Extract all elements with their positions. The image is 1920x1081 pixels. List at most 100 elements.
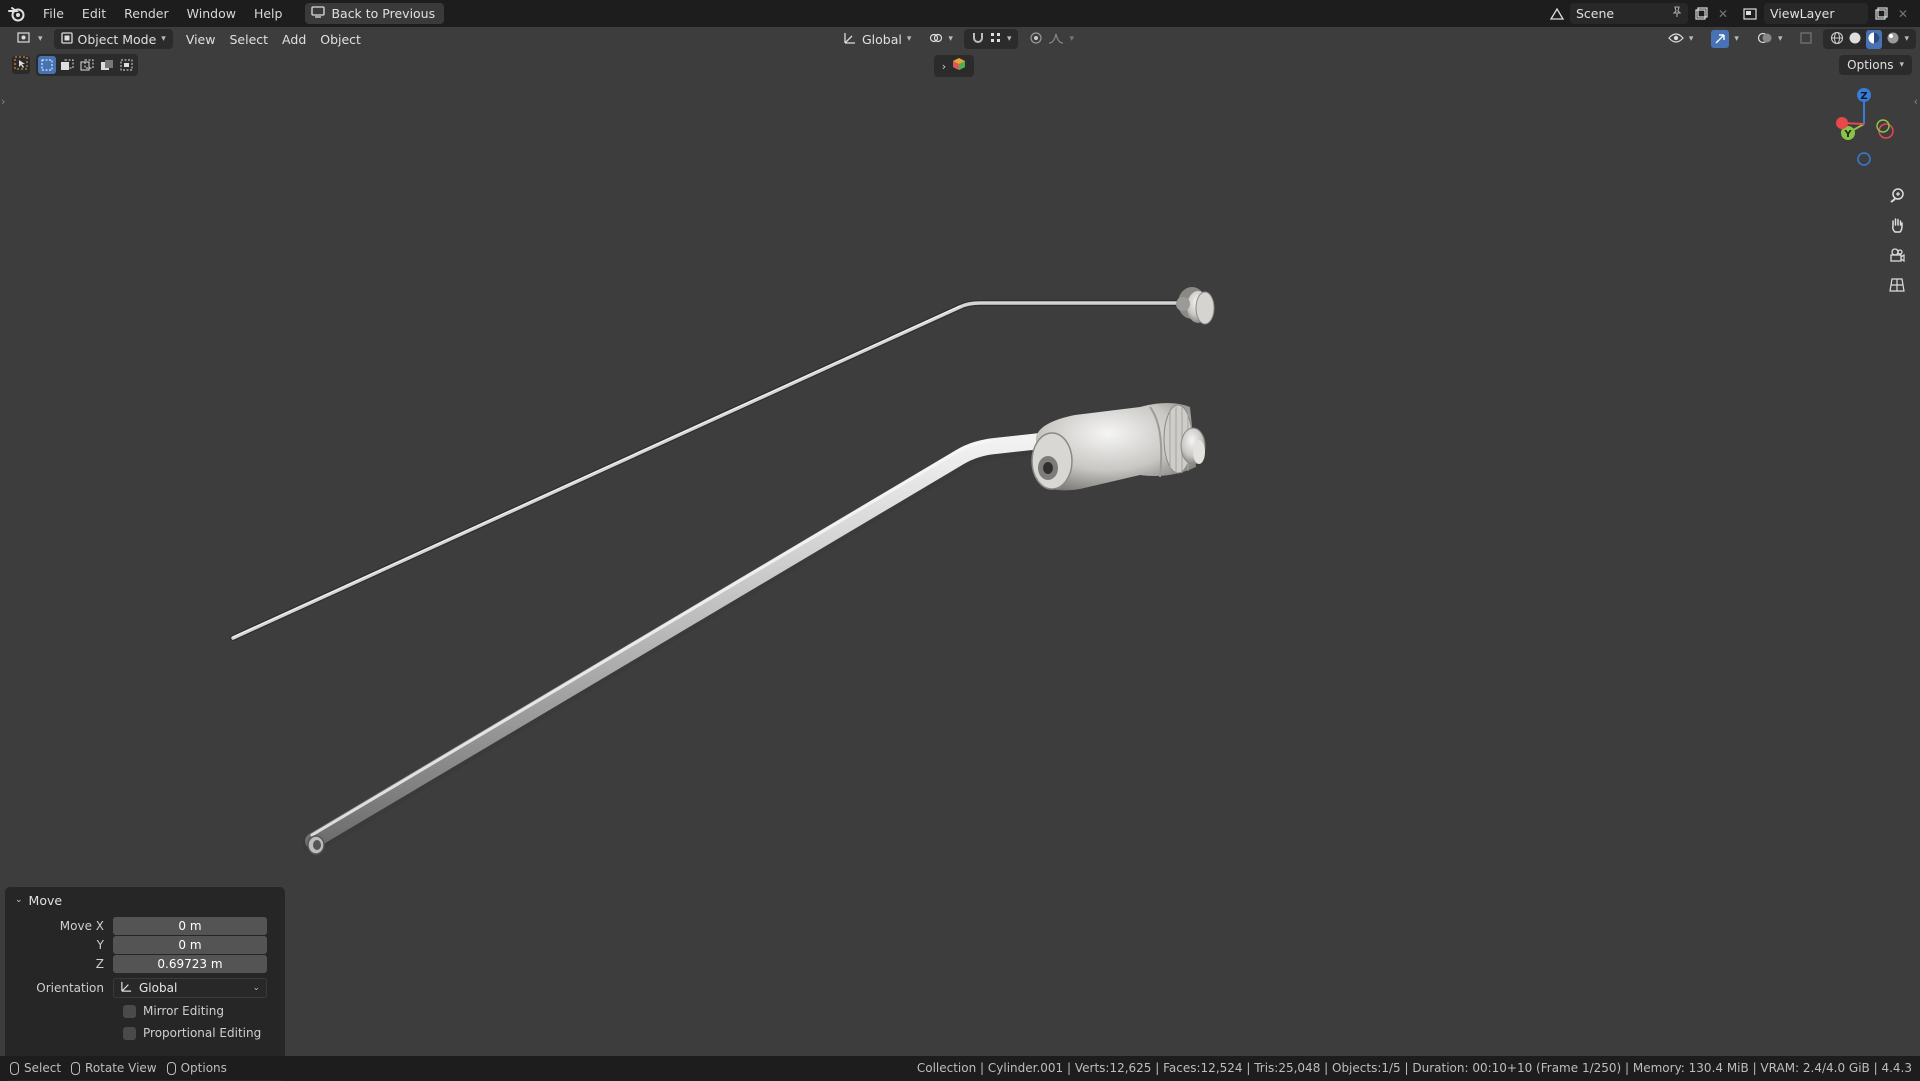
gizmo-toggle[interactable]: ▾: [1704, 29, 1746, 49]
menu-help[interactable]: Help: [245, 0, 292, 27]
operator-panel-header[interactable]: ⌄ Move: [5, 887, 285, 913]
visibility-dropdown[interactable]: ▾: [1661, 29, 1701, 49]
move-x-field[interactable]: 0 m: [113, 917, 267, 935]
pivot-icon: [929, 31, 943, 48]
blender-logo-icon[interactable]: [0, 0, 34, 27]
scene-field[interactable]: Scene: [1570, 3, 1688, 24]
view-layer-field[interactable]: ViewLayer: [1764, 3, 1868, 24]
viewport-header: ▾ Object Mode ▾ View Select Add Object G…: [0, 27, 1920, 51]
viewport-header-right: ▾ ▾ ▾ ▾: [1661, 29, 1916, 49]
select-intersect-mode[interactable]: [118, 56, 136, 74]
select-tool-button[interactable]: [12, 56, 30, 74]
screen-icon: [311, 6, 326, 21]
xray-toggle[interactable]: [1793, 29, 1819, 49]
new-scene-icon[interactable]: [1692, 5, 1710, 23]
checkbox-box[interactable]: [123, 1026, 136, 1040]
gizmo-x-axis: [1836, 117, 1848, 129]
chevron-down-icon: ▾: [948, 34, 953, 44]
delete-scene-icon[interactable]: ✕: [1714, 5, 1732, 23]
rendered-shading-icon[interactable]: [1886, 31, 1900, 48]
menu-view[interactable]: View: [179, 29, 223, 49]
xray-icon: [1800, 31, 1813, 47]
move-z-row: Z 0.69723 m: [5, 955, 285, 973]
pivot-point-dropdown[interactable]: ▾: [922, 29, 960, 49]
move-x-label: Move X: [59, 919, 104, 933]
select-invert-mode[interactable]: [98, 56, 116, 74]
object-mode-icon: [60, 31, 73, 47]
pan-hand-icon[interactable]: [1884, 212, 1910, 238]
select-new-mode[interactable]: [38, 56, 56, 74]
snap-toggle[interactable]: ▾: [963, 29, 1019, 49]
wireframe-shading-icon[interactable]: [1830, 31, 1844, 48]
cursor-icon: [14, 56, 28, 74]
menu-object[interactable]: Object: [313, 29, 368, 49]
proportional-icon: [1029, 31, 1043, 48]
perspective-grid-icon[interactable]: [1884, 272, 1910, 298]
zoom-icon[interactable]: [1884, 182, 1910, 208]
delete-view-layer-icon[interactable]: ✕: [1894, 5, 1912, 23]
gizmo-y-label: Y: [1843, 129, 1852, 140]
proportional-editing-toggle[interactable]: ▾: [1022, 29, 1081, 49]
orientation-dropdown[interactable]: Global ▾: [836, 29, 918, 49]
falloff-icon: [1048, 32, 1064, 47]
material-shading-icon[interactable]: [1866, 29, 1883, 49]
toolbar-expand-icon[interactable]: ›: [1, 95, 5, 108]
menu-add[interactable]: Add: [275, 29, 313, 49]
solid-shading-icon[interactable]: [1848, 31, 1862, 48]
chevron-down-icon: ▾: [1006, 34, 1012, 44]
view-layer-icon[interactable]: [1742, 5, 1760, 23]
scene-statistics: Collection | Cylinder.001 | Verts:12,625…: [916, 1061, 1912, 1075]
select-subtract-mode[interactable]: [78, 56, 96, 74]
camera-view-icon[interactable]: [1884, 242, 1910, 268]
move-z-field[interactable]: 0.69723 m: [113, 955, 267, 973]
mode-label: Object Mode: [77, 31, 157, 47]
asset-shelf-toggle[interactable]: ›: [934, 55, 974, 77]
back-to-previous-button[interactable]: Back to Previous: [305, 3, 445, 24]
gizmo-z-label: Z: [1860, 91, 1867, 102]
eye-icon: [1668, 32, 1684, 47]
mouse-right-icon: [166, 1061, 176, 1075]
topbar-right: Scene ✕ ViewLayer ✕: [1548, 0, 1920, 27]
rotate-view-hint: Rotate View: [71, 1061, 157, 1075]
mirror-editing-label: Mirror Editing: [143, 1004, 224, 1018]
view-layer-name: ViewLayer: [1770, 6, 1835, 21]
mirror-editing-checkbox[interactable]: Mirror Editing: [123, 1004, 224, 1018]
scene-selector-icon[interactable]: [1548, 5, 1566, 23]
move-z-label: Z: [95, 957, 104, 971]
tool-row: [12, 54, 138, 76]
menu-edit[interactable]: Edit: [73, 0, 115, 27]
options-dropdown[interactable]: Options ▾: [1839, 55, 1912, 75]
shading-modes[interactable]: ▾: [1823, 29, 1916, 49]
navigation-gizmo[interactable]: Z Y: [1828, 79, 1898, 169]
menu-render[interactable]: Render: [115, 0, 178, 27]
viewport-scene: [230, 287, 1215, 855]
options-hint-label: Options: [180, 1061, 227, 1075]
editor-type-icon: [17, 31, 33, 48]
orientation-label: Orientation: [36, 981, 104, 995]
mode-dropdown[interactable]: Object Mode ▾: [53, 29, 173, 49]
3d-viewport[interactable]: ▾ Object Mode ▾ View Select Add Object G…: [0, 27, 1920, 1081]
new-view-layer-icon[interactable]: [1872, 5, 1890, 23]
editor-type-button[interactable]: ▾: [10, 29, 50, 49]
cannula-object[interactable]: [303, 403, 1206, 855]
move-y-row: Y 0 m: [5, 936, 285, 954]
pin-icon[interactable]: [1672, 6, 1682, 21]
overlays-toggle[interactable]: ▾: [1750, 29, 1790, 49]
orientation-icon: [843, 31, 857, 48]
orientation-label: Global: [862, 31, 902, 47]
menu-file[interactable]: File: [34, 0, 73, 27]
menu-select[interactable]: Select: [222, 29, 275, 49]
menu-window[interactable]: Window: [178, 0, 245, 27]
select-extend-mode[interactable]: [58, 56, 76, 74]
orientation-select[interactable]: Global ⌄: [113, 978, 267, 998]
status-bar: Select Rotate View Options Collection | …: [0, 1056, 1920, 1080]
proportional-editing-row: Proportional Editing: [5, 1024, 285, 1042]
move-y-field[interactable]: 0 m: [113, 936, 267, 954]
selection-mode-group: [36, 54, 138, 76]
last-operator-panel: ⌄ Move Move X 0 m Y 0 m Z 0.69723 m Orie…: [5, 887, 285, 1081]
sidebar-expand-icon[interactable]: ‹: [1914, 95, 1918, 108]
proportional-editing-checkbox[interactable]: Proportional Editing: [123, 1026, 261, 1040]
chevron-down-icon: ▾: [1777, 34, 1783, 44]
checkbox-box[interactable]: [123, 1004, 136, 1018]
chevron-right-icon: ›: [941, 59, 947, 73]
